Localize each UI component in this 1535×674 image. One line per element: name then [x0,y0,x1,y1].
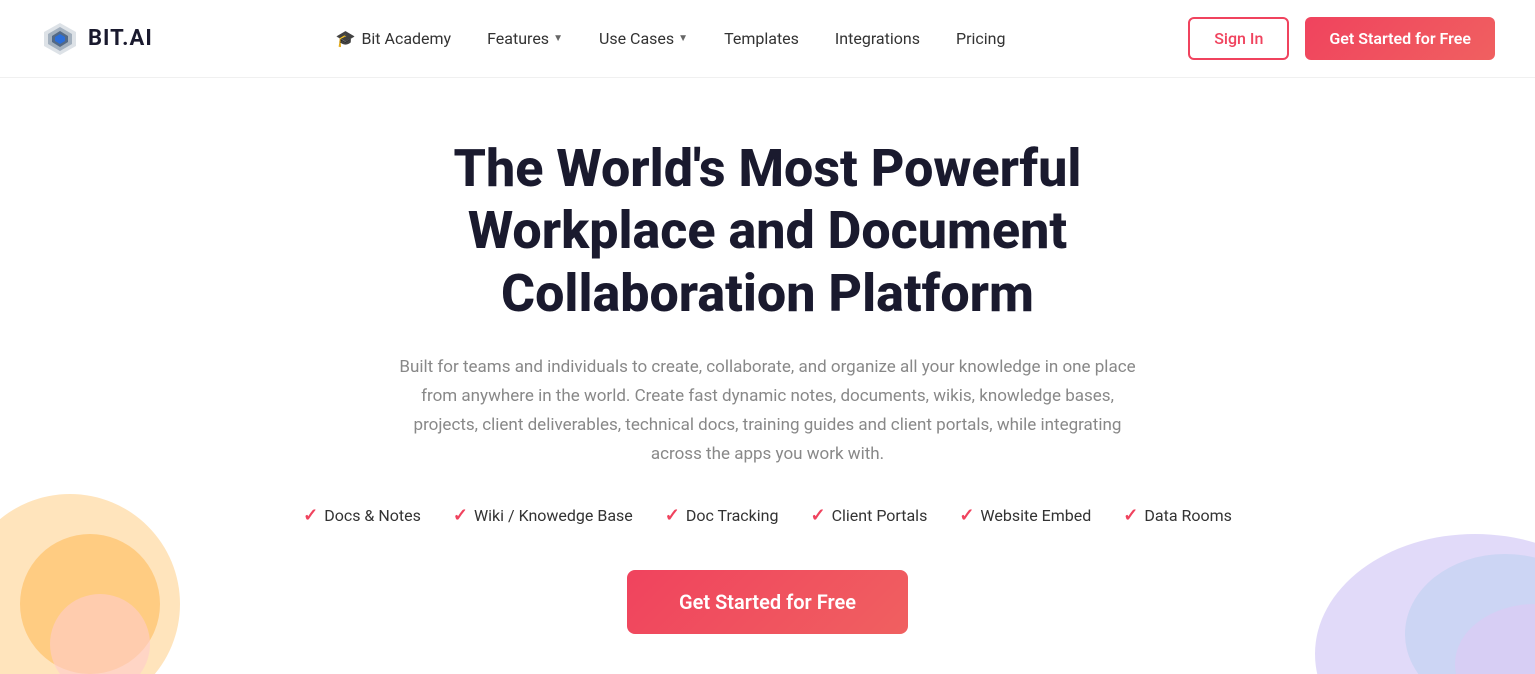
hero-section: The World's Most Powerful Workplace and … [0,78,1535,674]
check-icon-docs: ✓ [303,505,318,526]
check-icon-embed: ✓ [959,505,974,526]
check-icon-wiki: ✓ [453,505,468,526]
feature-doc-tracking: ✓ Doc Tracking [665,505,779,526]
feature-data-rooms: ✓ Data Rooms [1123,505,1232,526]
hero-features: ✓ Docs & Notes ✓ Wiki / Knowedge Base ✓ … [303,505,1232,526]
nav-item-templates[interactable]: Templates [724,29,799,48]
nav-actions: Sign In Get Started for Free [1188,17,1495,60]
nav-item-use-cases[interactable]: Use Cases ▼ [599,29,688,48]
navbar: BIT.AI 🎓 Bit Academy Features ▼ Use Case… [0,0,1535,78]
circle-pink [50,594,150,674]
circle-outer [0,494,180,674]
nav-item-bit-academy[interactable]: 🎓 Bit Academy [336,29,452,48]
check-icon-data-rooms: ✓ [1123,505,1138,526]
nav-getstarted-button[interactable]: Get Started for Free [1305,17,1495,60]
check-icon-portals: ✓ [811,505,826,526]
logo-text: BIT.AI [88,26,153,51]
feature-client-portals: ✓ Client Portals [811,505,928,526]
circle-inner [20,534,160,674]
logo-icon [40,19,80,59]
check-icon-tracking: ✓ [665,505,680,526]
features-chevron-icon: ▼ [553,33,563,44]
nav-item-features[interactable]: Features ▼ [487,29,563,48]
hero-subtitle: Built for teams and individuals to creat… [388,353,1148,469]
use-cases-chevron-icon: ▼ [678,33,688,44]
signin-button[interactable]: Sign In [1188,17,1289,60]
feature-wiki: ✓ Wiki / Knowedge Base [453,505,633,526]
nav-item-pricing[interactable]: Pricing [956,29,1006,48]
nav-item-integrations[interactable]: Integrations [835,29,920,48]
nav-center: 🎓 Bit Academy Features ▼ Use Cases ▼ Tem… [336,29,1006,48]
right-deco-shape [1315,494,1535,674]
feature-docs-notes: ✓ Docs & Notes [303,505,421,526]
graduation-cap-icon: 🎓 [336,29,356,48]
deco-right [1315,494,1535,674]
deco-left [0,494,180,674]
feature-website-embed: ✓ Website Embed [959,505,1091,526]
hero-cta-button[interactable]: Get Started for Free [627,570,908,634]
logo[interactable]: BIT.AI [40,19,153,59]
hero-title: The World's Most Powerful Workplace and … [318,138,1218,325]
